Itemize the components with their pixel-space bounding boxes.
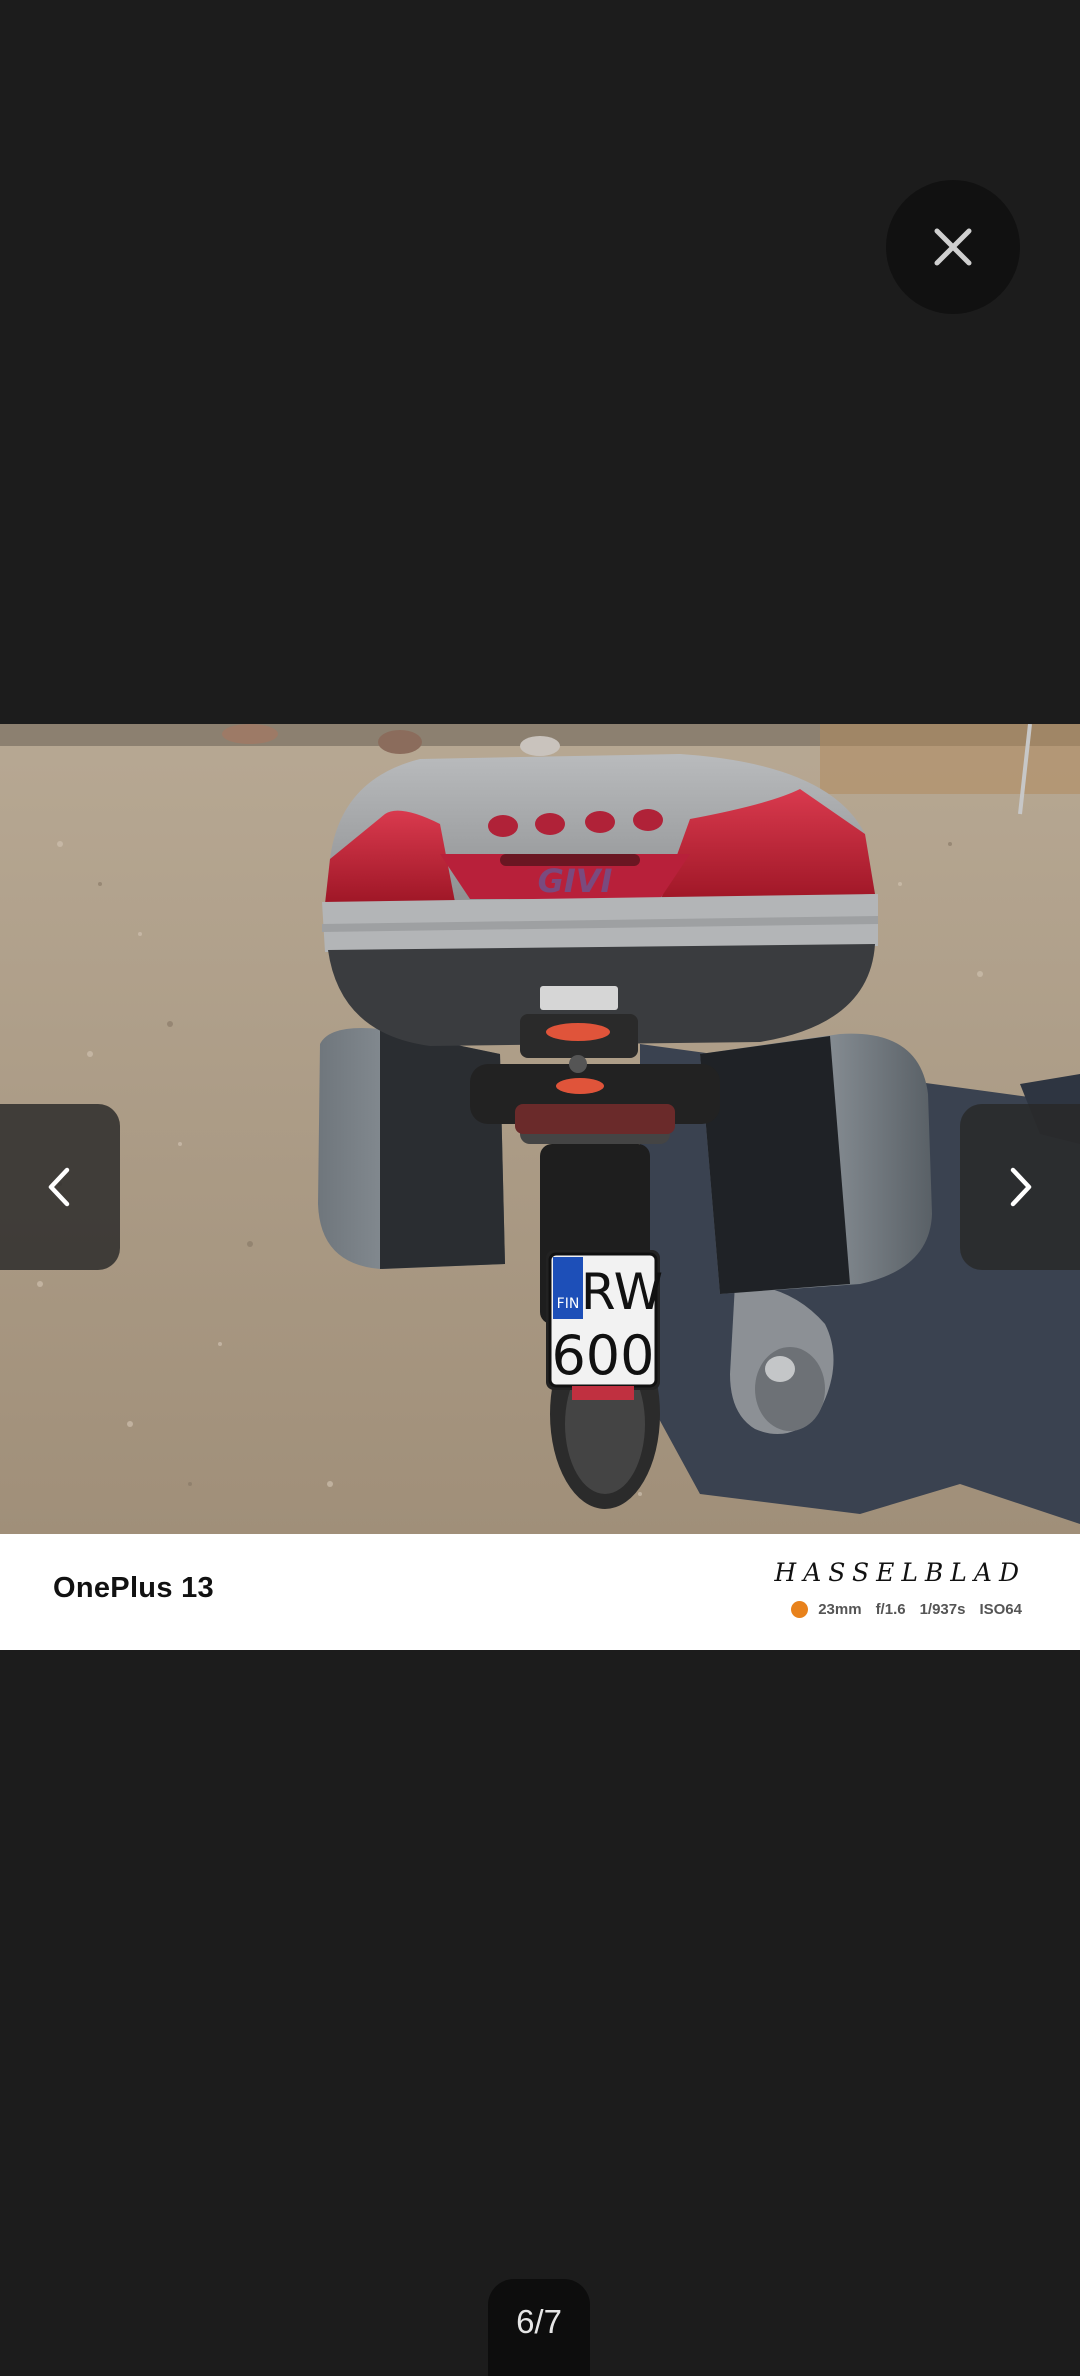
photo: FIN RW 600 GIVI: [0, 724, 1080, 1534]
next-image-button[interactable]: [960, 1104, 1080, 1270]
previous-image-button[interactable]: [0, 1104, 120, 1270]
device-name: OnePlus 13: [53, 1572, 214, 1604]
exif-aperture: f/1.6: [875, 1601, 906, 1618]
orange-dot-icon: [791, 1601, 809, 1618]
exif-iso: ISO64: [979, 1601, 1022, 1618]
exif-info: 23mm f/1.6 1/937s ISO64: [791, 1601, 1026, 1618]
exif-shutter: 1/937s: [919, 1601, 966, 1618]
topcase-logo-text: GIVI: [538, 862, 613, 900]
close-icon: [934, 228, 972, 266]
chevron-left-icon: [48, 1167, 70, 1207]
plate-country-text: FIN: [557, 1296, 580, 1312]
camera-watermark: OnePlus 13 HASSELBLAD 23mm f/1.6 1/937s …: [0, 1534, 1080, 1650]
plate-line2-text: 600: [551, 1324, 654, 1387]
photo-viewer: FIN RW 600 GIVI OnePlus 13 HASSELBLAD 23…: [0, 0, 1080, 2376]
close-button[interactable]: [886, 180, 1020, 314]
plate-line1-text: RW: [581, 1263, 663, 1321]
image-counter: 6/7: [488, 2279, 590, 2376]
exif-focal: 23mm: [818, 1601, 862, 1618]
chevron-right-icon: [1010, 1167, 1032, 1207]
hasselblad-brand: HASSELBLAD: [774, 1558, 1026, 1587]
